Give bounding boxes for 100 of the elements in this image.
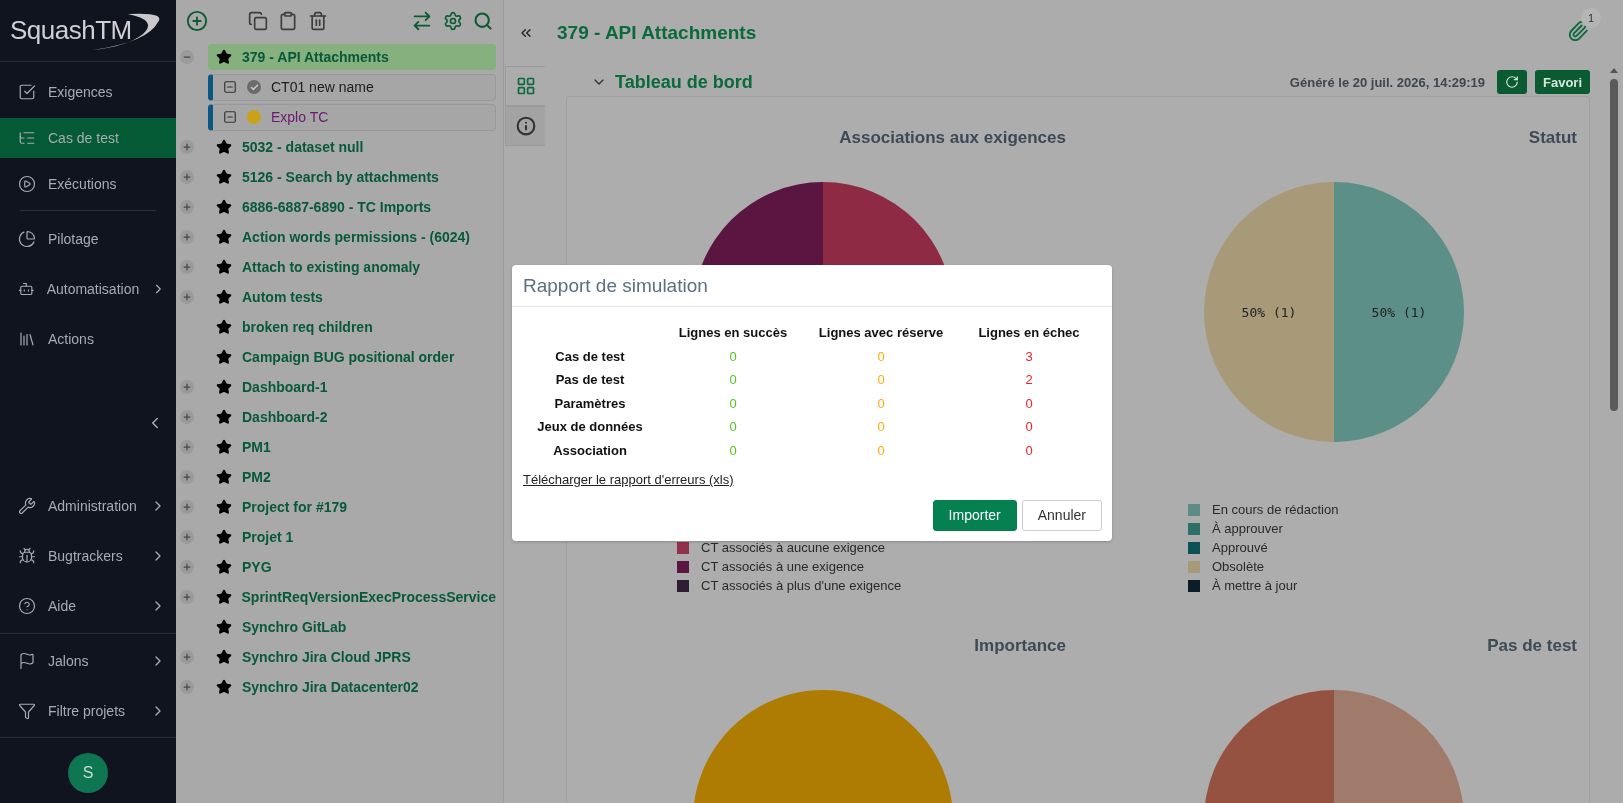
count-badge: 1 bbox=[1581, 8, 1601, 28]
tree-node[interactable]: broken req children bbox=[208, 314, 496, 340]
expand-toggle[interactable] bbox=[180, 290, 194, 304]
column-header: Lignes avec réserve bbox=[817, 324, 945, 342]
tree-node[interactable]: Synchro Jira Cloud JPRS bbox=[208, 644, 496, 670]
tree-node[interactable]: 379 - API Attachments bbox=[208, 44, 496, 70]
paperclip-icon[interactable] bbox=[1567, 20, 1589, 42]
plus-icon bbox=[182, 232, 192, 242]
plus-icon bbox=[182, 142, 192, 152]
tree-node[interactable]: Synchro GitLab bbox=[208, 614, 496, 640]
cancel-button[interactable]: Annuler bbox=[1021, 499, 1102, 531]
legend-label: CT associés à une exigence bbox=[701, 559, 865, 574]
refresh-button[interactable] bbox=[1497, 70, 1527, 94]
logo: SquashTM bbox=[10, 15, 132, 46]
tree-node[interactable]: SprintReqVersionExecProcessService bbox=[207, 584, 496, 610]
count-value: 0 bbox=[728, 441, 738, 460]
star-icon bbox=[216, 469, 232, 485]
tree-node[interactable]: PYG bbox=[208, 554, 496, 580]
expand-toggle[interactable] bbox=[180, 260, 194, 274]
legend-label: Approuvé bbox=[1212, 540, 1268, 555]
expand-toggle[interactable] bbox=[180, 170, 194, 184]
count-value: 0 bbox=[876, 371, 886, 390]
chart-title: Associations aux exigences bbox=[839, 128, 1066, 149]
expand-toggle[interactable] bbox=[180, 470, 194, 484]
plus-icon bbox=[182, 472, 192, 482]
tree-node[interactable]: CT01 new name bbox=[208, 73, 496, 101]
expand-toggle[interactable] bbox=[180, 200, 194, 214]
search-icon[interactable] bbox=[473, 11, 493, 31]
expand-toggle[interactable] bbox=[180, 380, 194, 394]
nav-item[interactable]: Automatisation bbox=[0, 267, 176, 311]
nav-item[interactable]: Pilotage bbox=[0, 217, 176, 261]
column-header: Lignes en succès bbox=[677, 324, 789, 342]
nav-item[interactable]: Exécutions bbox=[0, 164, 176, 204]
count-value: 2 bbox=[1024, 371, 1034, 390]
minus-square-icon bbox=[223, 80, 237, 94]
expand-toggle[interactable] bbox=[180, 440, 194, 454]
scrollbar-thumb[interactable] bbox=[1610, 79, 1618, 411]
nav-item[interactable]: Aide bbox=[0, 584, 176, 628]
nav-item[interactable]: Filtre projets bbox=[0, 689, 176, 733]
slice-label: 50% (1) bbox=[1241, 305, 1296, 320]
star-icon bbox=[216, 259, 232, 275]
plus-icon bbox=[182, 262, 192, 272]
expand-toggle[interactable] bbox=[180, 560, 194, 574]
info-tab[interactable] bbox=[505, 106, 545, 146]
expand-toggle[interactable] bbox=[180, 680, 194, 694]
nav-item[interactable]: Cas de test bbox=[0, 118, 176, 158]
row-label: Jeux de données bbox=[536, 418, 644, 437]
expand-toggle[interactable] bbox=[180, 140, 194, 154]
copy-icon[interactable] bbox=[248, 11, 268, 31]
settings-icon[interactable] bbox=[443, 11, 463, 31]
tree-node[interactable]: PM1 bbox=[208, 434, 496, 460]
nav-item[interactable]: Administration bbox=[0, 484, 176, 528]
minus-square-icon bbox=[223, 110, 237, 124]
tree-node[interactable]: Projet 1 bbox=[208, 524, 496, 550]
download-link[interactable]: Télécharger le rapport d'erreurs (xls) bbox=[523, 471, 734, 487]
nav-item[interactable]: Bugtrackers bbox=[0, 534, 176, 578]
generated-date: Généré le 20 juil. 2026, 14:29:19 bbox=[1289, 74, 1485, 90]
clipboard-icon[interactable] bbox=[278, 11, 298, 31]
expand-toggle[interactable] bbox=[180, 530, 194, 544]
tree-node[interactable]: Project for #179 bbox=[208, 494, 496, 520]
expand-toggle[interactable] bbox=[180, 650, 194, 664]
tree-node[interactable]: PM2 bbox=[208, 464, 496, 490]
user-avatar[interactable]: S bbox=[68, 752, 108, 793]
count-value: 3 bbox=[1024, 348, 1034, 366]
nav-item[interactable]: Exigences bbox=[0, 72, 176, 112]
tree-node[interactable]: Action words permissions - (6024) bbox=[208, 224, 496, 250]
count-value: 0 bbox=[1024, 394, 1034, 413]
tree-node[interactable]: Dashboard-1 bbox=[208, 374, 496, 400]
tree-node[interactable]: Attach to existing anomaly bbox=[208, 254, 496, 280]
star-icon bbox=[216, 439, 232, 455]
tree-node[interactable]: Campaign BUG positional order bbox=[208, 344, 496, 370]
tree-node[interactable]: 5032 - dataset null bbox=[208, 134, 496, 160]
favorite-button[interactable]: Favori bbox=[1535, 70, 1590, 94]
tree-node[interactable]: Synchro Jira Datacenter02 bbox=[208, 674, 496, 700]
collapse-toggle[interactable] bbox=[180, 50, 194, 64]
dashboard-tab[interactable] bbox=[505, 66, 545, 106]
chart-title: Pas de test bbox=[1487, 636, 1577, 657]
expand-toggle[interactable] bbox=[180, 590, 194, 604]
nav-item[interactable]: Jalons bbox=[0, 639, 176, 683]
tree-node[interactable]: Autom tests bbox=[208, 284, 496, 310]
tree-node[interactable]: 6886-6887-6890 - TC Imports bbox=[208, 194, 496, 220]
tree-node[interactable]: Dashboard-2 bbox=[208, 404, 496, 430]
tree-node[interactable]: 5126 - Search by attachments bbox=[208, 164, 496, 190]
expand-toggle[interactable] bbox=[180, 410, 194, 424]
add-icon[interactable] bbox=[186, 10, 208, 32]
star-icon bbox=[216, 319, 232, 335]
row-label: Paramètres bbox=[553, 394, 627, 413]
refresh-icon bbox=[1505, 75, 1519, 89]
expand-toggle[interactable] bbox=[180, 230, 194, 244]
tree-node[interactable]: Explo TC bbox=[208, 103, 496, 131]
nav-item[interactable]: Actions bbox=[0, 317, 176, 361]
flag-icon bbox=[18, 652, 36, 670]
checkbox-icon bbox=[18, 83, 36, 101]
swap-icon[interactable] bbox=[411, 10, 433, 32]
trash-icon[interactable] bbox=[308, 11, 328, 31]
wrench-icon bbox=[18, 497, 36, 515]
star-icon bbox=[216, 199, 232, 215]
import-button[interactable]: Importer bbox=[932, 499, 1017, 531]
expand-toggle[interactable] bbox=[180, 500, 194, 514]
legend-label: CT associés à aucune exigence bbox=[701, 540, 886, 555]
